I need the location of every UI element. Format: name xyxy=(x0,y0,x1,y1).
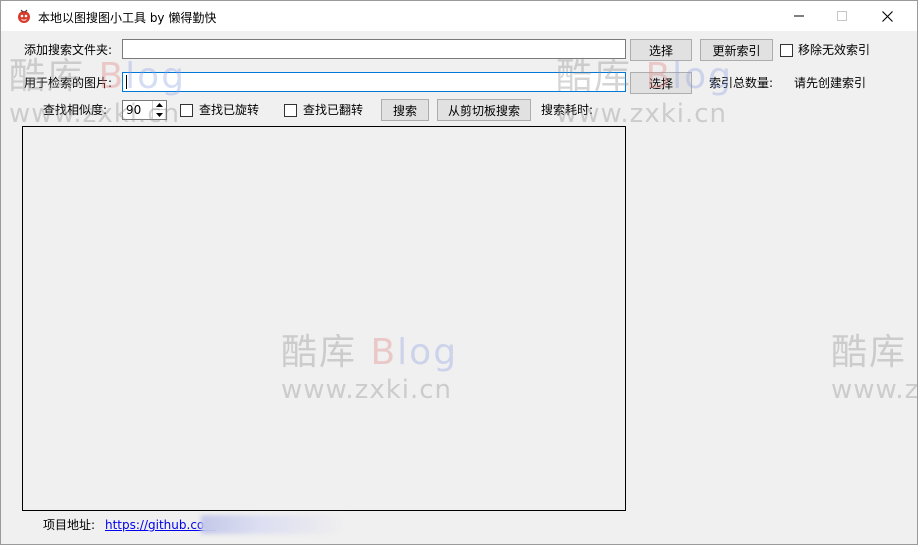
clipboard-search-button[interactable]: 从剪切板搜索 xyxy=(437,99,531,121)
watermark-right-edge: 酷库 Blog www.zxki.cn xyxy=(831,323,917,405)
search-button[interactable]: 搜索 xyxy=(381,99,429,121)
redacted-link-blur xyxy=(201,515,347,534)
project-label: 项目地址: xyxy=(43,518,96,532)
similarity-stepper[interactable]: 90 xyxy=(122,100,167,120)
stepper-up-button[interactable] xyxy=(153,101,166,110)
results-panel[interactable] xyxy=(22,126,626,511)
text-caret xyxy=(126,74,127,89)
maximize-button[interactable] xyxy=(819,1,865,31)
triangle-down-icon xyxy=(156,112,163,117)
find-rotated-checkbox[interactable] xyxy=(180,104,193,117)
find-flipped-label[interactable]: 查找已翻转 xyxy=(303,102,363,118)
remove-invalid-label[interactable]: 移除无效索引 xyxy=(798,42,870,58)
similarity-value[interactable]: 90 xyxy=(126,102,141,118)
image-input[interactable] xyxy=(122,72,626,92)
minimize-icon xyxy=(794,15,804,17)
remove-invalid-checkbox[interactable] xyxy=(780,44,793,57)
watermark-logo-cn: 酷库 xyxy=(831,332,908,373)
folder-input[interactable] xyxy=(122,39,626,59)
close-icon xyxy=(881,10,893,22)
index-count-value: 请先创建索引 xyxy=(794,76,867,90)
image-label: 用于检索的图片: xyxy=(24,76,113,90)
close-button[interactable] xyxy=(864,1,910,31)
folder-label: 添加搜索文件夹: xyxy=(24,43,113,57)
update-index-button[interactable]: 更新索引 xyxy=(700,39,773,61)
similarity-label: 查找相似度: xyxy=(43,103,108,117)
watermark-url: www.zxki.cn xyxy=(831,375,917,405)
find-flipped-checkbox[interactable] xyxy=(284,104,297,117)
app-window: 本地以图搜图小工具 by 懒得勤快 添加搜索文件夹: 选择 更新索引 移除无效索… xyxy=(0,0,918,545)
window-title: 本地以图搜图小工具 by 懒得勤快 xyxy=(38,11,217,25)
stepper-buttons xyxy=(152,101,166,119)
project-link[interactable]: https://github.com xyxy=(105,517,216,533)
triangle-up-icon xyxy=(156,103,163,107)
minimize-button[interactable] xyxy=(776,1,822,31)
folder-select-button[interactable]: 选择 xyxy=(630,39,692,61)
search-time-label: 搜索耗时: xyxy=(541,103,594,117)
image-select-button[interactable]: 选择 xyxy=(630,72,692,94)
index-count-label: 索引总数量: xyxy=(709,76,774,90)
maximize-icon xyxy=(837,11,847,21)
find-rotated-label[interactable]: 查找已旋转 xyxy=(199,102,259,118)
app-logo-icon xyxy=(18,9,30,23)
title-bar[interactable]: 本地以图搜图小工具 by 懒得勤快 xyxy=(1,1,917,31)
stepper-down-button[interactable] xyxy=(153,110,166,119)
